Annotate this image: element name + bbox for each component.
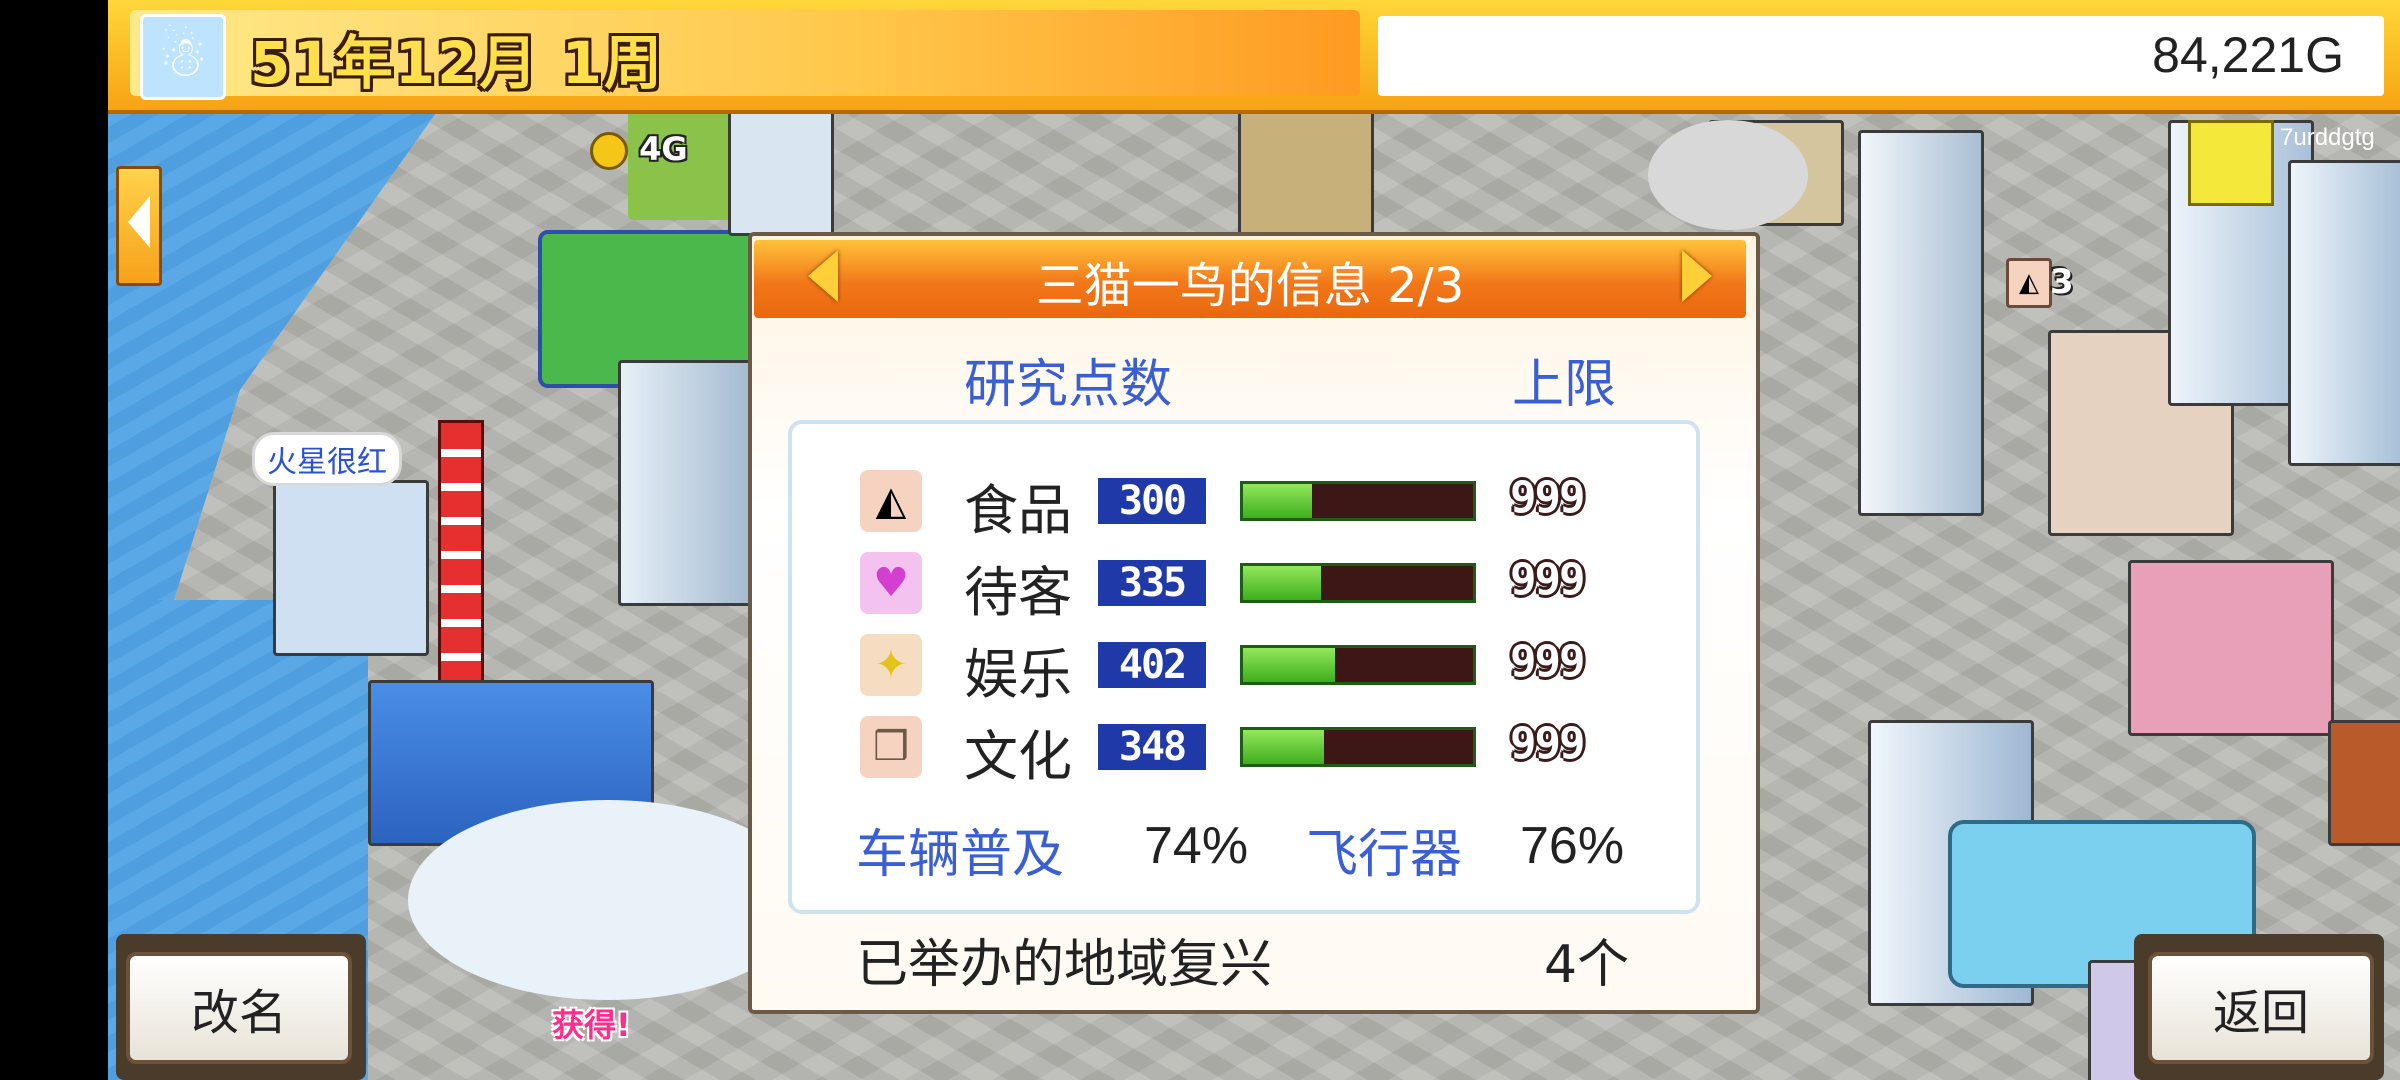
stat-name: 待客 — [964, 561, 1072, 624]
stat-bar-fill — [1243, 484, 1312, 518]
shop — [2128, 560, 2334, 736]
stat-value: 348 — [1098, 724, 1206, 770]
stat-bar-fill — [1243, 566, 1322, 600]
stat-name: 文化 — [964, 725, 1072, 788]
stat-max: 999 — [1510, 636, 1585, 687]
stat-bar — [1240, 563, 1476, 603]
game-date: 51年12月 1周 — [250, 29, 664, 97]
status-popup: 获得! — [552, 1006, 631, 1044]
cloud — [1648, 120, 1808, 230]
stat-value: 402 — [1098, 642, 1206, 688]
limit-header: 上限 — [1512, 355, 1617, 415]
stat-row-food: ◭ 食品 300 999 — [860, 470, 1640, 542]
revival-label: 已举办的地域复兴 — [856, 935, 1273, 995]
rice-ball-icon: ◭ — [2006, 258, 2052, 308]
stat-row-culture: ❒ 文化 348 999 — [860, 716, 1640, 788]
office-tower — [1858, 130, 1984, 516]
user-tag: 7urddgtg — [2280, 124, 2375, 151]
book-icon: ❒ — [860, 716, 922, 778]
rename-button[interactable]: 改名 — [126, 952, 352, 1064]
money-display: 84,221G — [1378, 16, 2384, 96]
aircraft-percent: 76% — [1520, 817, 1625, 875]
red-tower — [438, 420, 484, 706]
stat-max: 999 — [1510, 554, 1585, 605]
office-tower — [618, 360, 764, 606]
building — [728, 110, 834, 236]
building — [1238, 110, 1374, 236]
coin-icon — [590, 132, 628, 170]
vehicle-percent: 74% — [1144, 817, 1249, 875]
chevron-left-icon — [128, 196, 150, 248]
back-button[interactable]: 返回 — [2148, 952, 2374, 1064]
vehicle-label: 车辆普及 — [856, 825, 1065, 885]
stat-value: 335 — [1098, 560, 1206, 606]
money-value: 84,221G — [2152, 27, 2344, 83]
stat-bar — [1240, 645, 1476, 685]
office-tower — [2288, 160, 2400, 466]
aircraft-label: 飞行器 — [1306, 825, 1463, 885]
stat-row-entertainment: ✦ 娱乐 402 999 — [860, 634, 1640, 706]
building — [273, 480, 429, 656]
sparkle-icon: ✦ — [860, 634, 922, 696]
building — [2328, 720, 2400, 846]
stat-max: 999 — [1510, 472, 1585, 523]
dialog-title: 三猫一鸟的信息 2/3 — [1035, 258, 1465, 314]
map-speech-bubble[interactable]: 火星很红 — [252, 432, 402, 486]
stat-bar-fill — [1243, 648, 1335, 682]
stat-bar — [1240, 481, 1476, 521]
stat-bar — [1240, 727, 1476, 767]
revival-count: 4个 — [1544, 935, 1630, 995]
stat-row-hospitality: ♥ 待客 335 999 — [860, 552, 1640, 624]
stat-max: 999 — [1510, 718, 1585, 769]
stat-name: 食品 — [964, 479, 1072, 542]
stat-name: 娱乐 — [964, 643, 1072, 706]
stat-value: 300 — [1098, 478, 1206, 524]
coin-label: 4G — [590, 130, 688, 170]
snowman-icon: ☃ — [140, 14, 226, 100]
stat-bar-fill — [1243, 730, 1324, 764]
figure-count: 3 — [2050, 262, 2074, 302]
research-points-header: 研究点数 — [964, 355, 1173, 415]
yellow-block — [2188, 120, 2274, 206]
rice-ball-icon: ◭ — [860, 470, 922, 532]
heart-icon: ♥ — [860, 552, 922, 614]
